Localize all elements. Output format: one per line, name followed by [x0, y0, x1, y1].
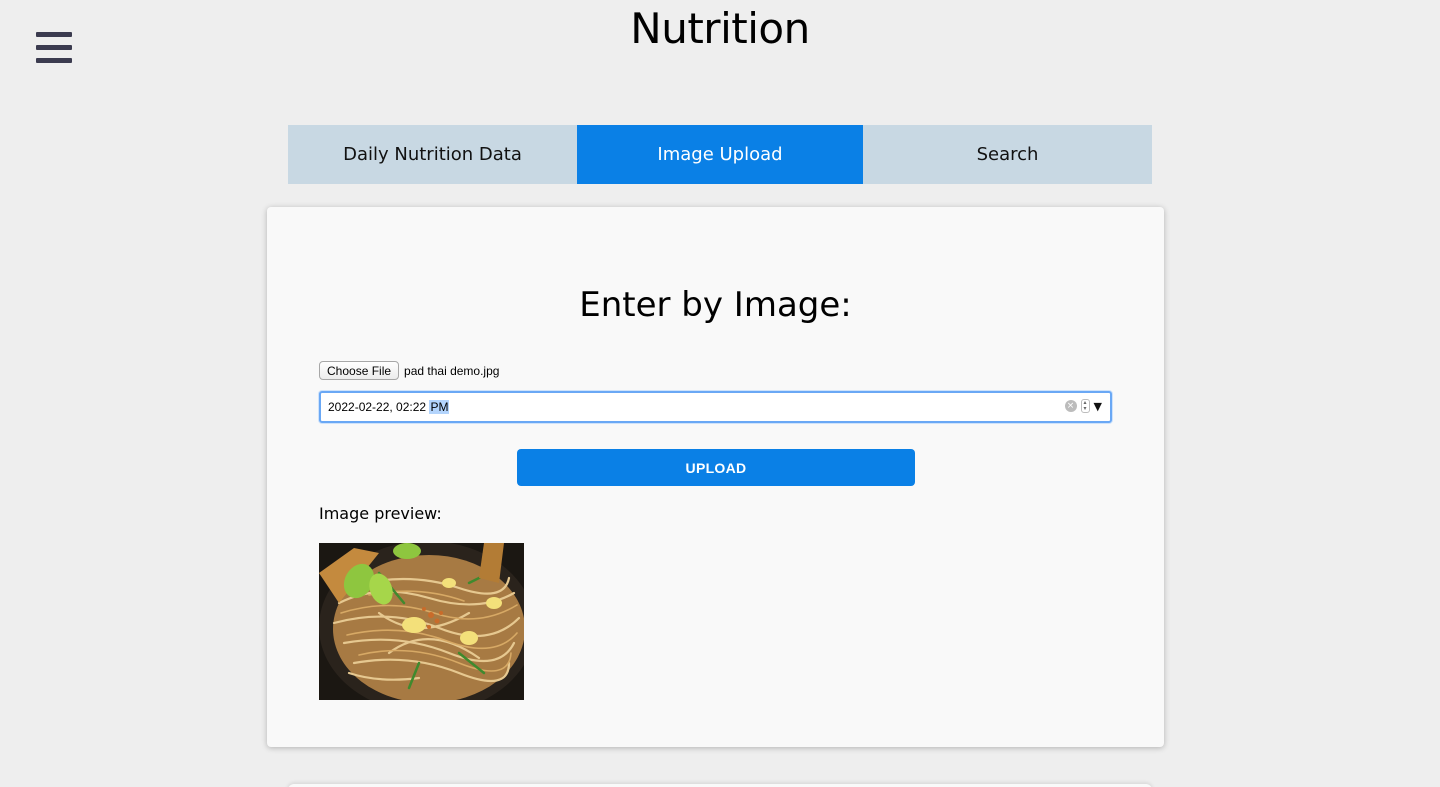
- datetime-value: 2022-02-22, 02:22: [328, 400, 427, 414]
- page-title: Nutrition: [630, 4, 810, 53]
- datetime-ampm-segment[interactable]: PM: [429, 400, 450, 414]
- upload-button[interactable]: UPLOAD: [517, 449, 915, 486]
- image-preview-label: Image preview:: [319, 504, 442, 523]
- image-preview: [319, 543, 524, 700]
- image-upload-card: Enter by Image: Choose File pad thai dem…: [267, 207, 1164, 747]
- file-input: Choose File pad thai demo.jpg: [319, 361, 499, 380]
- tab-daily-nutrition-data[interactable]: Daily Nutrition Data: [288, 125, 577, 184]
- datetime-controls: × ▴ ▾ ▼: [1064, 399, 1102, 413]
- tab-image-upload[interactable]: Image Upload: [577, 125, 863, 184]
- choose-file-button[interactable]: Choose File: [319, 361, 400, 380]
- datetime-input[interactable]: 2022-02-22, 02:22 PM × ▴ ▾ ▼: [319, 391, 1112, 423]
- selected-file-name: pad thai demo.jpg: [404, 363, 500, 378]
- tab-bar: Daily Nutrition Data Image Upload Search: [288, 125, 1152, 184]
- form-heading: Enter by Image:: [579, 285, 852, 325]
- spinner-icon[interactable]: ▴ ▾: [1080, 399, 1090, 413]
- dropdown-arrow-icon[interactable]: ▼: [1094, 400, 1102, 413]
- tab-search[interactable]: Search: [863, 125, 1152, 184]
- clear-icon[interactable]: ×: [1064, 400, 1077, 412]
